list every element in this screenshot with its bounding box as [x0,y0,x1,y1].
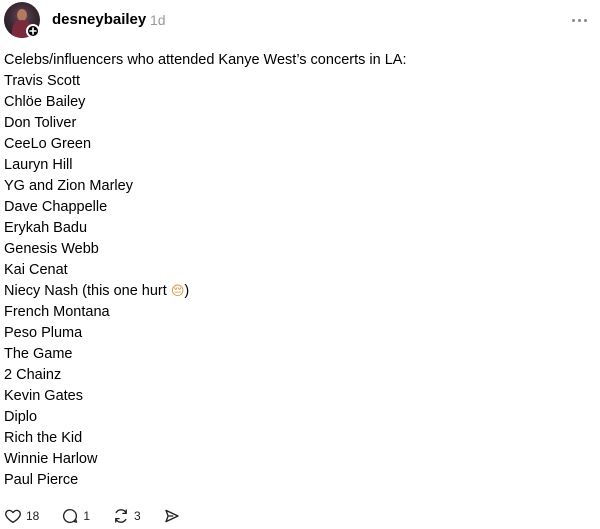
post-time[interactable]: 1d [150,12,166,28]
list-item: Paul Pierce [4,472,79,488]
reply-button[interactable]: 1 [61,507,90,525]
repost-count: 3 [134,509,141,523]
list-item: The Game [4,346,73,362]
repost-button[interactable]: 3 [112,507,141,525]
list-item: Don Toliver [4,115,77,131]
list-item: CeeLo Green [4,136,92,152]
follow-plus-icon[interactable] [26,24,40,38]
list-item: Erykah Badu [4,220,88,236]
like-button[interactable]: 18 [4,507,39,525]
list-item: Winnie Harlow [4,451,98,467]
more-icon[interactable] [572,12,596,28]
list-item: Kai Cenat [4,262,68,278]
niecy-close: ) [184,283,190,299]
list-item: YG and Zion Marley [4,178,133,194]
pensive-emoji-icon: 😔 [170,284,185,299]
reply-count: 1 [83,509,91,523]
list-item: French Montana [4,304,110,320]
list-item: Chlöe Bailey [4,94,86,110]
list-item: Rich the Kid [4,430,83,446]
post-body: Celebs/influencers who attended Kanye We… [4,50,594,491]
niecy-text: Niecy Nash (this one hurt [4,283,171,299]
post-header: desneybailey 1d [4,2,596,40]
action-bar: 18 1 3 [4,505,203,527]
post-intro: Celebs/influencers who attended Kanye We… [4,52,407,68]
heart-icon [4,507,22,525]
list-item: Peso Pluma [4,325,83,341]
list-item: Dave Chappelle [4,199,108,215]
list-item: Travis Scott [4,73,81,89]
repost-icon [112,507,130,525]
send-icon [163,507,181,525]
comment-icon [61,507,79,525]
list-item: Genesis Webb [4,241,99,257]
share-button[interactable] [163,507,181,525]
list-item: 2 Chainz [4,367,62,383]
list-item: Diplo [4,409,38,425]
like-count: 18 [26,509,40,523]
list-item: Lauryn Hill [4,157,73,173]
list-item-niecy: Niecy Nash (this one hurt 😔) [4,281,594,302]
username[interactable]: desneybailey [52,11,146,28]
list-item: Kevin Gates [4,388,83,404]
